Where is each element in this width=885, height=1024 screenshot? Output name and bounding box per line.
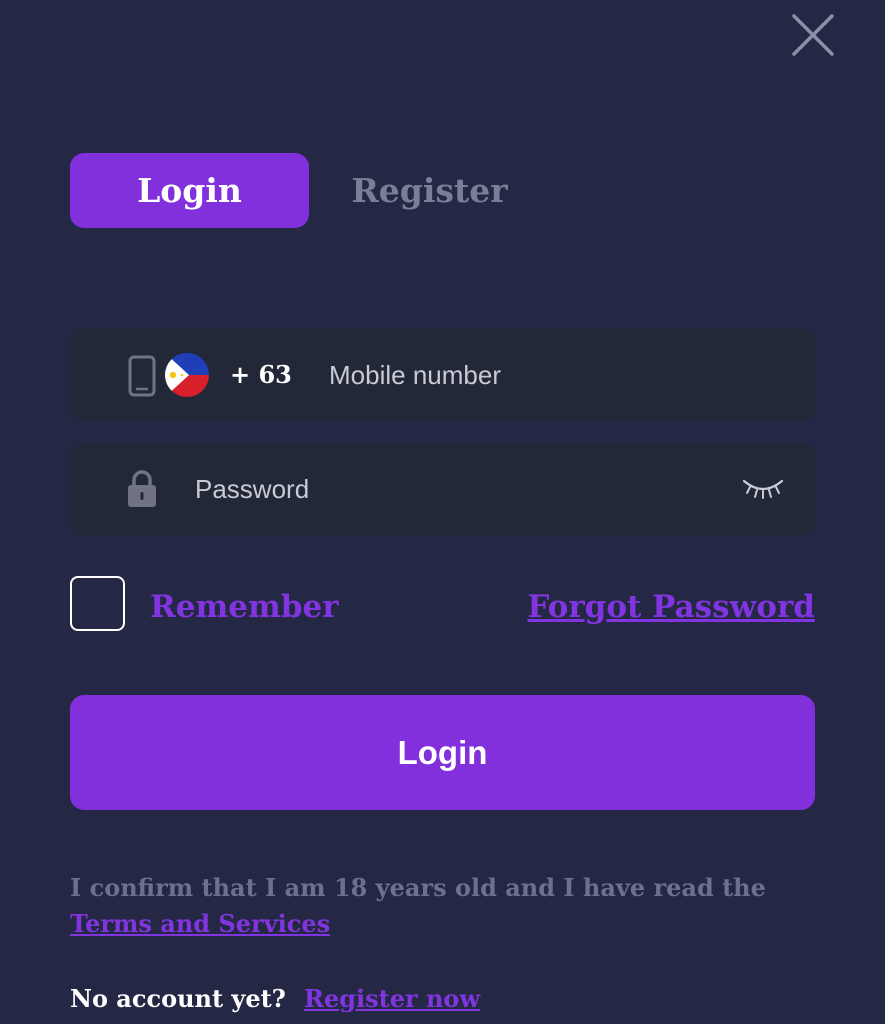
tab-register[interactable]: Register: [332, 153, 527, 228]
terms-and-services-link[interactable]: Terms and Services: [70, 906, 330, 942]
forgot-password-link[interactable]: Forgot Password: [527, 585, 815, 629]
mobile-number-field: + 63: [70, 329, 815, 421]
close-icon: [792, 14, 834, 56]
remember-label[interactable]: Remember: [150, 585, 339, 629]
auth-tabs: Login Register: [70, 153, 815, 228]
phone-icon: [128, 355, 156, 397]
age-confirmation-text: I confirm that I am 18 years old and I h…: [70, 873, 766, 902]
tab-login[interactable]: Login: [70, 153, 309, 228]
country-code[interactable]: + 63: [230, 355, 292, 395]
eye-closed-icon[interactable]: [742, 475, 784, 501]
password-field: [70, 443, 815, 535]
register-now-link[interactable]: Register now: [304, 980, 480, 1018]
no-account-text: No account yet?: [70, 984, 286, 1013]
mobile-number-input[interactable]: [329, 351, 729, 399]
lock-icon: [126, 469, 158, 509]
login-button[interactable]: Login: [70, 695, 815, 810]
philippines-flag-icon[interactable]: [165, 353, 209, 397]
remember-checkbox[interactable]: [70, 576, 125, 631]
close-button[interactable]: [790, 12, 836, 58]
password-input[interactable]: [195, 465, 715, 513]
